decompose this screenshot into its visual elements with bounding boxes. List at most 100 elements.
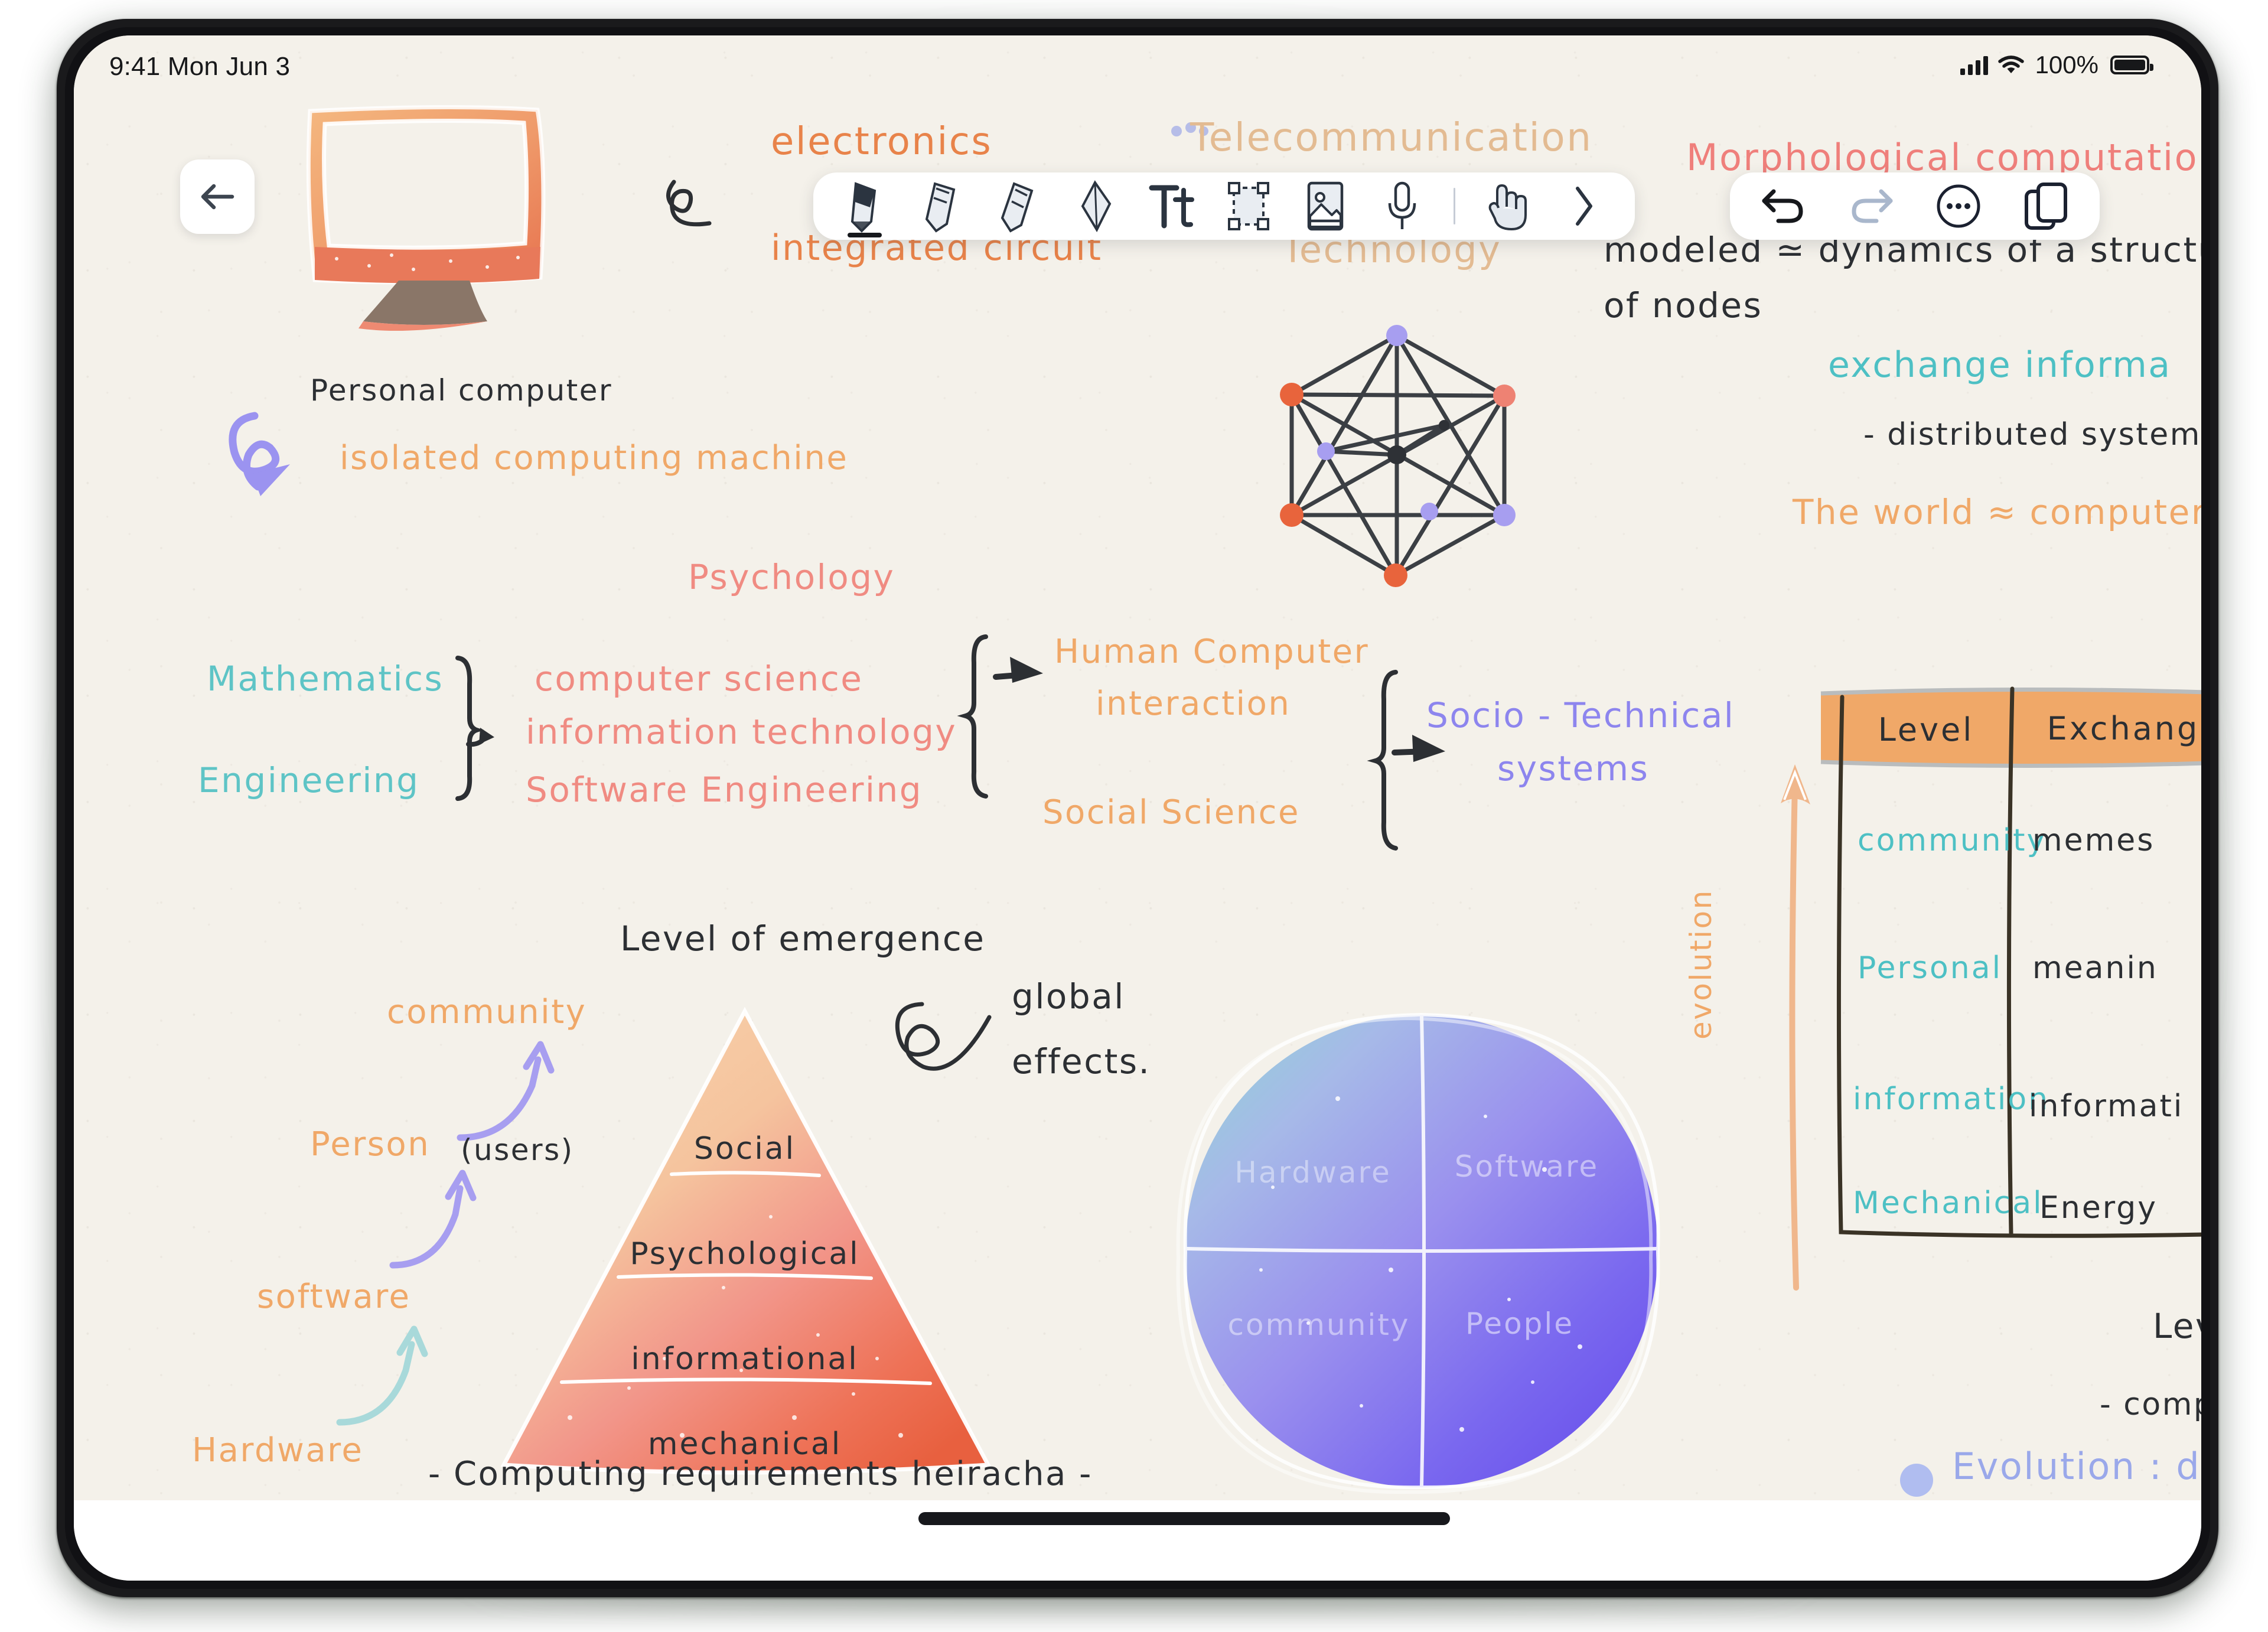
exchange-level-table: Level Exchang community memes Personal m…: [1820, 686, 2201, 1238]
undo-arrow-icon: [1762, 189, 1803, 223]
evolution-axis-arrow-icon: [1781, 764, 1810, 1291]
arrow-up-software-icon: [336, 1325, 428, 1426]
status-indicators: 100%: [1960, 51, 2153, 79]
telecommunication-label: Telecommunication: [1190, 115, 1593, 160]
exchange-information-label: exchange informa: [1828, 344, 2172, 386]
screenshot-root: 9:41 Mon Jun 3 100% Personal computer is…: [0, 0, 2268, 1632]
redo-arrow-icon: [1852, 189, 1893, 223]
expand-toolbar-button[interactable]: [1558, 181, 1609, 232]
chevron-right-icon: [1576, 187, 1592, 226]
marquee-select-icon: [1228, 182, 1269, 230]
ellipsis-circle-icon: [1937, 184, 1980, 228]
pages-copy-icon: [2025, 183, 2067, 230]
level-below-table-label: Level: [2153, 1306, 2201, 1346]
highlighter-icon: [1001, 182, 1034, 233]
pencil-tool[interactable]: [916, 181, 967, 233]
tablet-screen: 9:41 Mon Jun 3 100% Personal computer is…: [74, 35, 2201, 1581]
circle-quadrant-top-right: Software: [1455, 1149, 1599, 1184]
toolbar-divider: [1454, 188, 1455, 224]
pencil-icon: [925, 182, 956, 233]
table-row-3-level: Mechanical: [1853, 1185, 2044, 1221]
network-graph-illustration: [1280, 325, 1516, 587]
hand-tool[interactable]: [1481, 181, 1532, 232]
psychology-label: Psychology: [688, 557, 895, 597]
table-row-0-level: community: [1858, 823, 2047, 858]
table-header-exchange: Exchang: [2047, 710, 2200, 747]
arrow-up-person-icon: [389, 1170, 477, 1269]
table-row-1-level: Personal: [1858, 950, 2002, 986]
pen-tool[interactable]: [839, 181, 890, 237]
status-time: 9:41 Mon Jun 3: [109, 52, 291, 81]
level-of-emergence-title: Level of emergence: [620, 918, 986, 959]
morphological-label: Morphological computation: [1686, 136, 2201, 179]
isolated-machine-label: isolated computing machine: [340, 439, 849, 477]
electronics-label: electronics: [771, 120, 993, 164]
distributed-systems-label: - distributed systems: [1863, 417, 2201, 452]
information-technology-label: information technology: [526, 712, 957, 752]
highlighter-tool[interactable]: [993, 181, 1044, 233]
world-computer-label: The world ≈ computer: [1793, 492, 2201, 532]
wifi-icon: [1997, 56, 2024, 74]
label-hardware: Hardware: [192, 1431, 364, 1470]
table-row-1-exchange: meanin: [2032, 950, 2158, 986]
arrow-right-small-icon: [466, 728, 494, 747]
pyramid-layer-2: informational: [631, 1341, 858, 1377]
socio-technical-line1: Socio - Technical: [1426, 695, 1735, 735]
home-indicator[interactable]: [918, 1512, 1450, 1525]
circle-quadrant-top-left: Hardware: [1234, 1155, 1391, 1190]
software-engineering-label: Software Engineering: [526, 770, 923, 810]
quadrant-circle-illustration: Hardware Software community People: [1176, 1013, 1660, 1494]
table-header-level: Level: [1878, 711, 1974, 748]
battery-percent: 100%: [2035, 51, 2098, 79]
hci-line1: Human Computer: [1054, 633, 1370, 671]
monitor-illustration: [306, 105, 546, 331]
global-effects-line1: global: [1012, 976, 1125, 1017]
modeled-line2: of nodes: [1604, 285, 1763, 325]
more-options-button[interactable]: [1933, 181, 1984, 232]
arrow-left-icon: [201, 184, 234, 210]
mathematics-label: Mathematics: [207, 659, 444, 699]
text-tt-icon: [1149, 185, 1194, 229]
engineering-label: Engineering: [198, 760, 420, 800]
battery-full-icon: [2110, 56, 2153, 74]
audio-tool[interactable]: [1377, 181, 1428, 232]
curly-arrow-purple-icon: [229, 412, 290, 496]
document-actions-toolbar[interactable]: [1730, 172, 2100, 240]
computer-science-label: computer science: [535, 659, 863, 699]
monitor-caption: Personal computer: [310, 373, 613, 408]
selection-tool[interactable]: [1223, 181, 1274, 232]
text-tool[interactable]: [1146, 181, 1197, 232]
circle-quadrant-bottom-right: People: [1465, 1307, 1574, 1341]
table-row-2-level: information: [1853, 1082, 2049, 1117]
status-bar: 9:41 Mon Jun 3 100%: [74, 35, 2201, 100]
evolution-driven-line: Evolution : driven b: [1952, 1445, 2201, 1488]
pyramid-layer-1: Psychological: [630, 1236, 859, 1272]
image-tool[interactable]: [1300, 181, 1351, 232]
redo-button[interactable]: [1846, 181, 1896, 232]
global-effects-line2: effects.: [1012, 1041, 1151, 1082]
emergence-pyramid: Social Psychological informational mecha…: [500, 1006, 992, 1475]
label-person: Person: [310, 1125, 431, 1164]
undo-button[interactable]: [1758, 181, 1809, 232]
pen-icon: [850, 182, 876, 233]
image-icon: [1307, 181, 1344, 231]
cellular-signal-icon: [1960, 55, 1988, 75]
hand-touch-icon: [1488, 184, 1527, 230]
back-button[interactable]: [180, 159, 255, 234]
drawing-toolbar[interactable]: [813, 172, 1635, 240]
eraser-icon: [1081, 180, 1112, 233]
bullet-dot-icon: [1900, 1464, 1933, 1497]
microphone-icon: [1388, 181, 1416, 229]
social-science-label: Social Science: [1042, 793, 1300, 832]
evolution-axis-label: evolution: [1684, 889, 1718, 1040]
pages-button[interactable]: [2021, 181, 2071, 232]
circle-quadrant-bottom-left: community: [1228, 1308, 1410, 1342]
squiggle-mark-icon: [666, 180, 712, 227]
computing-is-line: - computing i: [2100, 1387, 2201, 1422]
table-row-2-exchange: informati: [2029, 1089, 2184, 1124]
hci-line2: interaction: [1096, 685, 1291, 723]
label-software: software: [257, 1278, 411, 1316]
table-row-0-exchange: memes: [2032, 823, 2155, 858]
socio-technical-line2: systems: [1497, 748, 1650, 789]
eraser-tool[interactable]: [1070, 180, 1120, 233]
